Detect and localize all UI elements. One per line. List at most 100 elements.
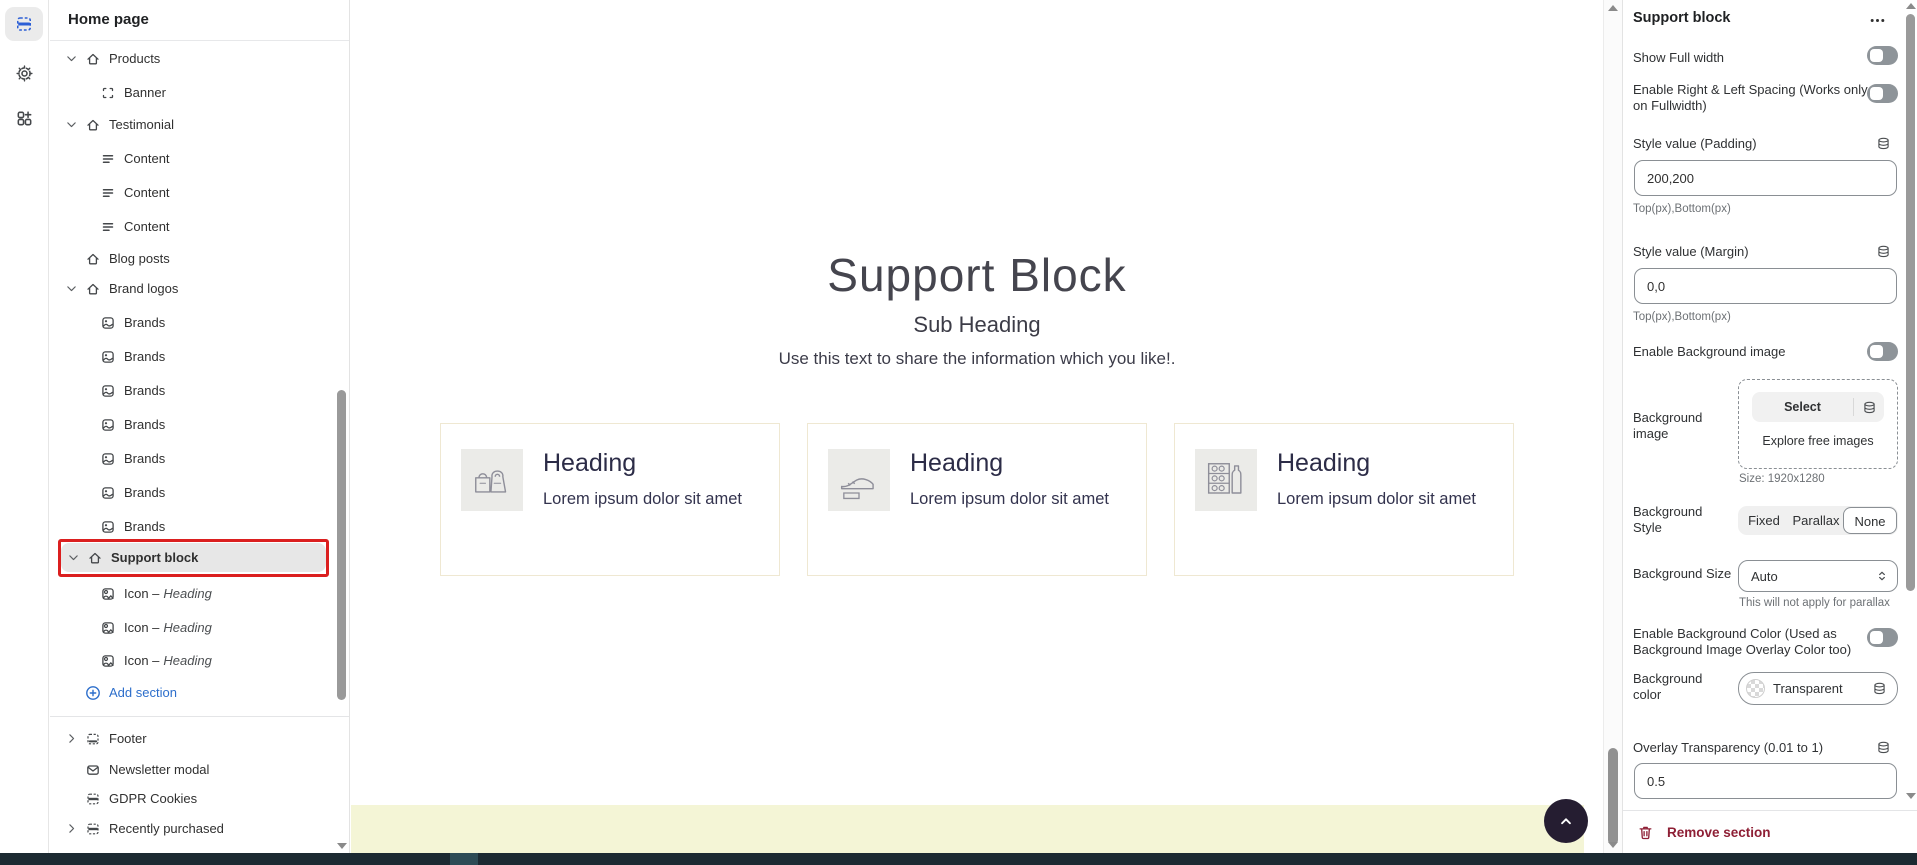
- sidebar-item-recently-purchased[interactable]: Recently purchased: [50, 814, 333, 843]
- shoes-doodle-icon: [828, 449, 890, 511]
- padding-input[interactable]: [1634, 160, 1897, 196]
- footer-icon: [85, 731, 101, 747]
- sections-icon[interactable]: [5, 7, 43, 41]
- envelope-icon: [85, 762, 101, 778]
- sidebar-item-brands[interactable]: Brands: [50, 444, 333, 473]
- scroll-up-arrow[interactable]: [1906, 3, 1916, 9]
- preview-cards-row: Heading Lorem ipsum dolor sit amet Headi…: [351, 423, 1603, 576]
- chevron-right-icon[interactable]: [64, 822, 78, 835]
- chevron-down-icon[interactable]: [64, 118, 78, 131]
- margin-input[interactable]: [1634, 268, 1897, 304]
- trash-icon: [1637, 824, 1654, 841]
- preview-card: Heading Lorem ipsum dolor sit amet: [807, 423, 1147, 576]
- more-options-icon[interactable]: [1869, 12, 1886, 29]
- sidebar-item-brands[interactable]: Brands: [50, 410, 333, 439]
- sidebar-item-blog-posts[interactable]: Blog posts: [50, 244, 333, 273]
- scroll-down-arrow[interactable]: [337, 843, 347, 849]
- sidebar-item-brands[interactable]: Brands: [50, 478, 333, 507]
- overlay-transparency-label: Overlay Transparency (0.01 to 1): [1633, 740, 1823, 756]
- select-image-button[interactable]: Select: [1752, 392, 1884, 422]
- bg-style-option-parallax[interactable]: Parallax: [1790, 507, 1842, 534]
- bg-color-label: Background color: [1633, 671, 1713, 703]
- preview-scrollbar[interactable]: [1603, 0, 1622, 853]
- image-icon: [100, 315, 116, 331]
- sidebar-item-brands[interactable]: Brands: [50, 512, 333, 541]
- image-icon: [100, 519, 116, 535]
- explore-free-images-link[interactable]: Explore free images: [1739, 434, 1897, 448]
- sidebar-item-content[interactable]: Content: [50, 212, 333, 241]
- bg-style-option-none[interactable]: None: [1843, 507, 1897, 534]
- home-icon: [85, 281, 101, 297]
- sidebar-item-icon-heading[interactable]: Icon –Heading: [50, 613, 333, 642]
- preview-section-description: Use this text to share the information w…: [351, 349, 1603, 369]
- preview-section-heading: Support Block: [351, 248, 1603, 302]
- gear-icon[interactable]: [5, 56, 43, 90]
- sidebar-item-gdpr-cookies[interactable]: GDPR Cookies: [50, 784, 333, 813]
- icon-image-icon: [100, 620, 116, 636]
- dynamic-source-icon[interactable]: [1876, 740, 1891, 755]
- sidebar-item-support-block[interactable]: Support block: [61, 543, 326, 572]
- enable-spacing-toggle[interactable]: [1867, 84, 1898, 103]
- bg-style-option-fixed[interactable]: Fixed: [1738, 507, 1790, 534]
- chevron-right-icon[interactable]: [64, 732, 78, 745]
- sidebar-item-brands[interactable]: Brands: [50, 342, 333, 371]
- add-section-button[interactable]: Add section: [50, 678, 333, 707]
- chevron-down-icon[interactable]: [64, 282, 78, 295]
- toggle-knob: [1870, 87, 1883, 100]
- card-title: Heading: [1277, 449, 1476, 478]
- sidebar-item-newsletter-modal[interactable]: Newsletter modal: [50, 755, 333, 784]
- scroll-down-arrow[interactable]: [1906, 793, 1916, 799]
- show-full-width-toggle[interactable]: [1867, 46, 1898, 65]
- card-title: Heading: [910, 449, 1109, 478]
- overlay-transparency-input[interactable]: [1634, 763, 1897, 799]
- padding-helper: Top(px),Bottom(px): [1633, 203, 1731, 215]
- sidebar-item-products[interactable]: Products: [50, 44, 333, 73]
- enable-bg-color-toggle[interactable]: [1867, 628, 1898, 647]
- sections-icon: [85, 821, 101, 837]
- dynamic-source-icon[interactable]: [1876, 244, 1891, 259]
- toggle-knob: [1870, 345, 1883, 358]
- sidebar-item-content[interactable]: Content: [50, 178, 333, 207]
- icon-image-icon: [100, 586, 116, 602]
- bg-size-label: Background Size: [1633, 566, 1731, 582]
- sidebar-item-testimonial[interactable]: Testimonial: [50, 110, 333, 139]
- page-title: Home page: [68, 11, 149, 28]
- dynamic-source-icon[interactable]: [1854, 400, 1884, 415]
- sidebar-item-brands[interactable]: Brands: [50, 308, 333, 337]
- panel-scrollbar-thumb[interactable]: [1906, 14, 1915, 591]
- home-icon: [87, 550, 103, 566]
- bg-color-picker[interactable]: Transparent: [1738, 672, 1898, 705]
- sidebar-item-icon-heading[interactable]: Icon –Heading: [50, 646, 333, 675]
- sidebar-item-icon-heading[interactable]: Icon –Heading: [50, 579, 333, 608]
- tree-scrollbar-thumb[interactable]: [337, 390, 346, 700]
- sidebar-item-brand-logos[interactable]: Brand logos: [50, 274, 333, 303]
- scroll-to-top-button[interactable]: [1544, 799, 1588, 843]
- enable-bg-image-toggle[interactable]: [1867, 342, 1898, 361]
- preview-scrollbar-thumb[interactable]: [1608, 748, 1618, 845]
- card-body: Lorem ipsum dolor sit amet: [910, 487, 1109, 513]
- toggle-knob: [1870, 631, 1883, 644]
- dynamic-source-icon[interactable]: [1872, 681, 1887, 696]
- sidebar-item-banner[interactable]: Banner: [50, 78, 333, 107]
- text-lines-icon: [100, 219, 116, 235]
- preview-section-subheading: Sub Heading: [351, 312, 1603, 338]
- preview-content: Support Block Sub Heading Use this text …: [351, 0, 1603, 853]
- bg-size-select[interactable]: Auto: [1738, 560, 1898, 592]
- frame-icon: [100, 85, 116, 101]
- enable-bg-image-label: Enable Background image: [1633, 344, 1858, 360]
- sidebar-item-footer[interactable]: Footer: [50, 724, 333, 753]
- sidebar-item-brands[interactable]: Brands: [50, 376, 333, 405]
- chevron-down-icon[interactable]: [64, 52, 78, 65]
- enable-bg-color-label: Enable Background Color (Used as Backgro…: [1633, 626, 1858, 658]
- scroll-up-arrow[interactable]: [1608, 5, 1618, 11]
- preview-card: Heading Lorem ipsum dolor sit amet: [1174, 423, 1514, 576]
- scroll-down-arrow[interactable]: [1608, 842, 1618, 848]
- apps-icon[interactable]: [5, 101, 43, 135]
- remove-section-button[interactable]: Remove section: [1637, 824, 1771, 841]
- chevron-down-icon[interactable]: [66, 551, 80, 564]
- dynamic-source-icon[interactable]: [1876, 136, 1891, 151]
- divider: [50, 716, 349, 717]
- panel-scrollbar[interactable]: [1905, 0, 1917, 808]
- divider: [1623, 810, 1917, 811]
- sidebar-item-content[interactable]: Content: [50, 144, 333, 173]
